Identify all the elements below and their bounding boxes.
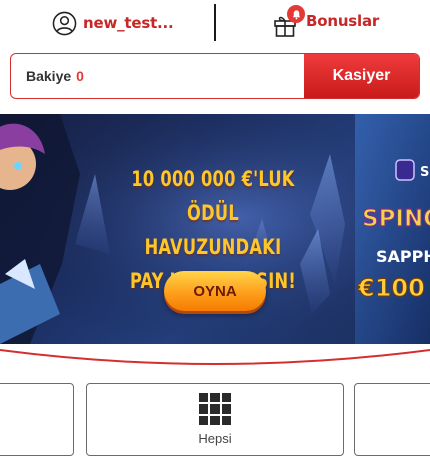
user-account-link[interactable]: new_test... bbox=[52, 9, 174, 37]
partial-prize-amount: €100 bbox=[357, 274, 425, 302]
partial-game-title: SPINO bbox=[362, 206, 430, 232]
grid-icon bbox=[199, 393, 231, 425]
top-header: new_test... Bonuslar bbox=[0, 0, 430, 46]
balance-amount: 0 bbox=[76, 68, 84, 84]
balance-bar: Bakiye 0 Kasiyer bbox=[10, 53, 420, 99]
banner-line-2: ÖDÜL HAVUZUNDAKI bbox=[144, 201, 282, 259]
category-label: Hepsi bbox=[198, 431, 232, 446]
bonuses-link[interactable]: Bonuslar bbox=[272, 4, 379, 38]
category-tile-all[interactable]: Hepsi bbox=[86, 383, 344, 456]
user-circle-icon bbox=[52, 11, 77, 35]
gift-icon-wrap bbox=[272, 5, 305, 37]
category-tile-next[interactable] bbox=[354, 383, 430, 456]
header-divider bbox=[214, 4, 216, 41]
balance-label: Bakiye bbox=[26, 68, 72, 84]
balance-display: Bakiye 0 bbox=[11, 54, 304, 98]
partial-logo-text: S bbox=[420, 165, 429, 180]
partial-game-subtitle: SAPPH bbox=[376, 247, 430, 266]
category-tile-previous[interactable] bbox=[0, 383, 74, 456]
cashier-button[interactable]: Kasiyer bbox=[304, 54, 419, 98]
bonuses-label: Bonuslar bbox=[306, 12, 380, 30]
play-button[interactable]: OYNA bbox=[164, 271, 266, 311]
banner-line-1: 10 000 000 €'LUK bbox=[131, 167, 295, 191]
bell-icon bbox=[287, 5, 305, 23]
username: new_test... bbox=[83, 14, 174, 32]
section-separator bbox=[0, 349, 430, 365]
